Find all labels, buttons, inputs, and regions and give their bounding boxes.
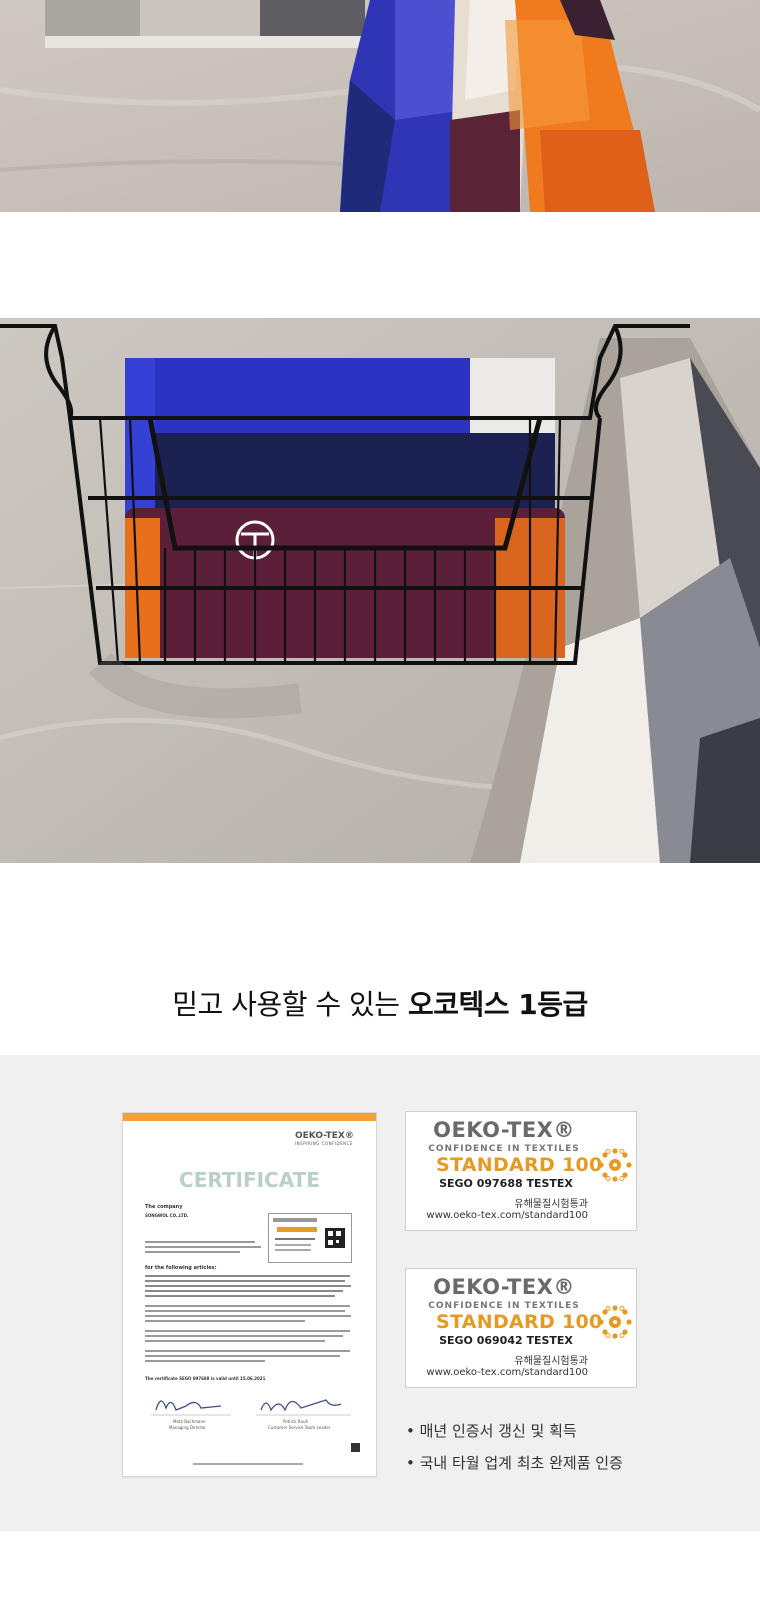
certificate-brand: OEKO-TEX® (295, 1131, 354, 1141)
certificate-qr-icon (351, 1443, 360, 1452)
badge-standard: STANDARD 100 (436, 1311, 603, 1333)
certificate-mini-badge (268, 1213, 352, 1263)
section-headline: 믿고 사용할 수 있는 오코텍스 1등급 (0, 983, 760, 1023)
oeko-tex-sun-icon (596, 1303, 634, 1341)
badge-brand: OEKO-TEX® (433, 1275, 575, 1299)
certificate-following: for the following articles: (145, 1265, 217, 1271)
certificate-body-lines-2 (145, 1275, 355, 1371)
oeko-tex-badge-1: OEKO-TEX® CONFIDENCE IN TEXTILES STANDAR… (405, 1111, 637, 1231)
certificate-validity: The certificate SEGO 097688 is valid unt… (145, 1376, 266, 1381)
badge-brand: OEKO-TEX® (433, 1118, 575, 1142)
certificate-section (0, 1055, 760, 1531)
oeko-tex-sun-icon (596, 1146, 634, 1184)
certificate-document: OEKO-TEX® INSPIRING CONFIDENCE CERTIFICA… (122, 1112, 377, 1477)
certificate-top-bar (123, 1113, 376, 1121)
bullet-annual-renewal: • 매년 인증서 갱신 및 획득 (406, 1422, 577, 1440)
headline-normal: 믿고 사용할 수 있는 (172, 988, 408, 1021)
badge-korean: 유해물질시험통과 (514, 1199, 588, 1210)
certificate-company-label: The company (145, 1204, 183, 1210)
certificate-signer1-name: Meta Bachmann (173, 1419, 206, 1424)
certificate-body-lines-1 (145, 1241, 265, 1265)
badge-korean: 유해물질시험통과 (514, 1356, 588, 1367)
badge-standard: STANDARD 100 (436, 1154, 603, 1176)
badge-confidence: CONFIDENCE IN TEXTILES (428, 1144, 580, 1154)
certificate-tagline: INSPIRING CONFIDENCE (295, 1141, 353, 1146)
certificate-signer2-name: Patrick Rauh (283, 1419, 309, 1424)
certificate-signer1-role: Managing Director (169, 1425, 206, 1430)
basket-towel-photo (0, 318, 760, 863)
badge-url: www.oeko-tex.com/standard100 (426, 1367, 588, 1378)
badge-number: SEGO 097688 TESTEX (439, 1177, 573, 1190)
certificate-signer2-role: Customer Service Team Leader (268, 1425, 331, 1430)
badge-confidence: CONFIDENCE IN TEXTILES (428, 1301, 580, 1311)
oeko-tex-badge-2: OEKO-TEX® CONFIDENCE IN TEXTILES STANDAR… (405, 1268, 637, 1388)
towel-photo-top (0, 0, 760, 212)
certificate-footer-line (193, 1463, 303, 1465)
certificate-title: CERTIFICATE (179, 1168, 320, 1192)
bullet-first-certification: • 국내 타월 업계 최초 완제품 인증 (406, 1454, 623, 1472)
badge-number: SEGO 069042 TESTEX (439, 1334, 573, 1347)
certificate-signatures (151, 1388, 351, 1418)
badge-url: www.oeko-tex.com/standard100 (426, 1210, 588, 1221)
headline-bold: 오코텍스 1등급 (407, 988, 588, 1021)
certificate-company-name: SONGWOL CO.,LTD. (145, 1213, 189, 1218)
